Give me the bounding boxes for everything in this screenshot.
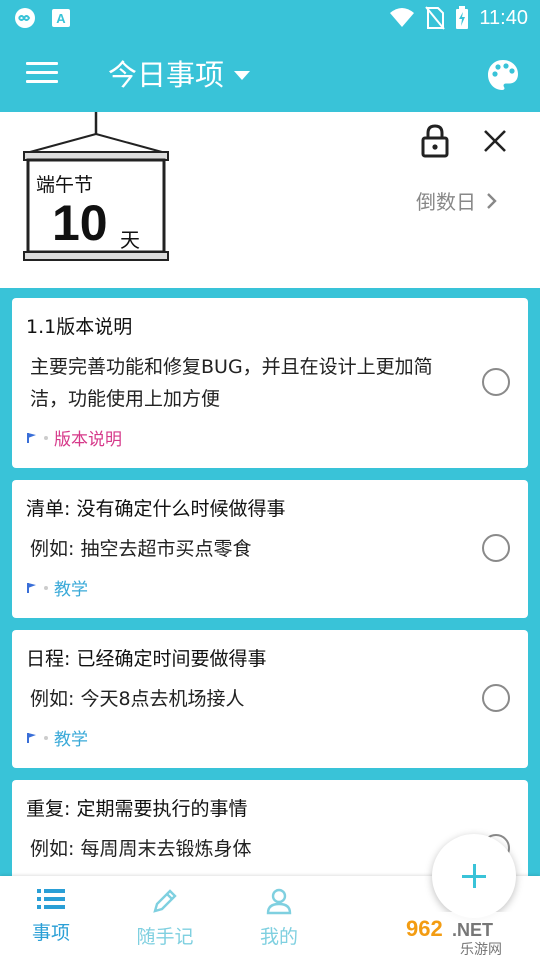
- task-tag: 教学: [26, 575, 514, 600]
- app-bar: 今日事项: [0, 36, 540, 112]
- svg-text:A: A: [56, 11, 66, 26]
- festival-name: 端午节: [36, 174, 94, 196]
- tag-label: 教学: [54, 730, 88, 750]
- flag-icon: [27, 432, 36, 443]
- status-bar: A 11:40: [0, 0, 540, 36]
- site-watermark-logo: 962 .NET 乐游网: [400, 912, 536, 958]
- wifi-icon: [390, 8, 415, 27]
- nav-label: 我的: [259, 926, 298, 948]
- task-tag: 教学: [26, 725, 514, 750]
- countdown-days-link[interactable]: 倒数日: [416, 186, 498, 215]
- person-icon: [266, 888, 292, 915]
- task-tag: 版本说明: [26, 425, 514, 450]
- svg-text:.NET: .NET: [452, 920, 493, 940]
- nav-tab-notes[interactable]: 随手记: [120, 886, 210, 949]
- no-sim-icon: [425, 6, 446, 30]
- flag-icon: [27, 582, 36, 593]
- nav-label: 事项: [31, 922, 70, 944]
- add-button[interactable]: [432, 834, 516, 918]
- palette-icon[interactable]: [486, 58, 520, 92]
- task-title: 日程: 已经确定时间要做得事: [26, 648, 267, 670]
- nav-tab-mine[interactable]: 我的: [234, 886, 324, 949]
- chevron-right-icon: [487, 192, 497, 209]
- nav-label: 随手记: [136, 926, 194, 948]
- complete-checkbox[interactable]: [482, 684, 510, 712]
- menu-button[interactable]: [26, 62, 58, 86]
- menu-icon: [26, 62, 58, 65]
- svg-text:乐游网: 乐游网: [460, 942, 502, 958]
- flag-icon: [27, 732, 36, 743]
- days-count: 10: [52, 195, 108, 251]
- task-title: 清单: 没有确定什么时候做得事: [26, 498, 286, 520]
- task-card[interactable]: 日程: 已经确定时间要做得事 例如: 今天8点去机场接人 教学: [12, 630, 528, 768]
- clock: 11:40: [479, 6, 528, 29]
- complete-checkbox[interactable]: [482, 368, 510, 396]
- task-title: 1.1版本说明: [26, 316, 133, 338]
- task-title: 重复: 定期需要执行的事情: [26, 798, 248, 820]
- task-description: 例如: 每周周末去锻炼身体: [30, 838, 252, 860]
- battery-charging-icon: [456, 6, 469, 29]
- lock-icon[interactable]: [420, 124, 450, 158]
- task-list: 1.1版本说明 主要完善功能和修复BUG，并且在设计上更加简洁，功能使用上加方便…: [12, 298, 528, 912]
- page-title: 今日事项: [108, 58, 225, 92]
- infinity-app-icon: [15, 8, 35, 28]
- app-notification-icon: A: [52, 9, 70, 27]
- task-card[interactable]: 清单: 没有确定什么时候做得事 例如: 抽空去超市买点零食 教学: [12, 480, 528, 618]
- nav-tab-items[interactable]: 事项: [6, 886, 96, 945]
- days-unit: 天: [120, 228, 140, 252]
- task-description: 例如: 今天8点去机场接人: [30, 688, 245, 710]
- pencil-icon: [153, 889, 177, 913]
- tag-label: 教学: [54, 580, 88, 600]
- complete-checkbox[interactable]: [482, 534, 510, 562]
- countdown-label: 倒数日: [416, 190, 476, 214]
- tag-label: 版本说明: [54, 430, 122, 450]
- close-icon[interactable]: [482, 128, 508, 154]
- countdown-banner[interactable]: 端午节 10 天 倒数日: [0, 112, 540, 288]
- svg-text:962: 962: [406, 916, 443, 941]
- caret-down-icon: [234, 70, 251, 80]
- task-description: 主要完善功能和修复BUG，并且在设计上更加简洁，功能使用上加方便: [30, 356, 433, 410]
- title-dropdown[interactable]: 今日事项: [108, 52, 251, 94]
- task-card[interactable]: 1.1版本说明 主要完善功能和修复BUG，并且在设计上更加简洁，功能使用上加方便…: [12, 298, 528, 468]
- list-icon: [37, 889, 65, 909]
- task-description: 例如: 抽空去超市买点零食: [30, 538, 252, 560]
